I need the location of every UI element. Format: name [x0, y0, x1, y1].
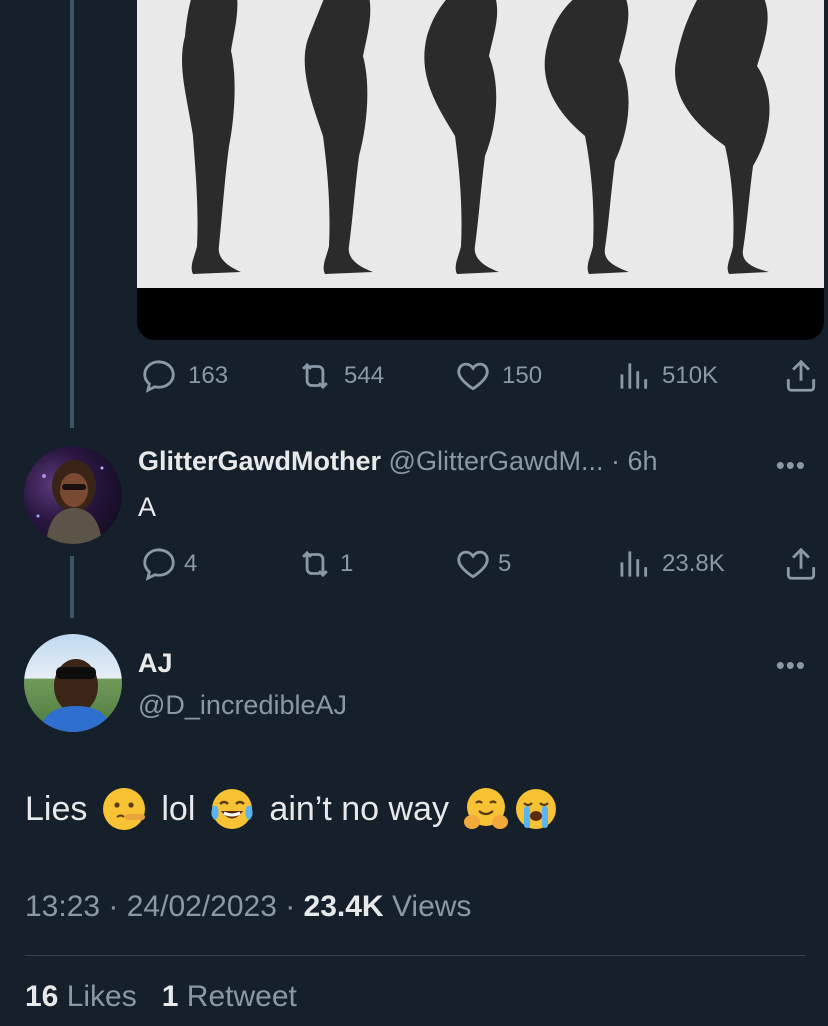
reply-header: GlitterGawdMother @GlitterGawdM... · 6h — [138, 446, 658, 477]
reply-retweet-count: 1 — [340, 550, 354, 577]
like-count: 150 — [502, 362, 543, 389]
tweet-timestamp[interactable]: 13:23 · 24/02/2023 · — [25, 890, 304, 923]
silhouette-2 — [304, 0, 373, 274]
tweet-meta: 13:23 · 24/02/2023 · 23.4K Views — [25, 890, 471, 924]
avatar-person-image — [36, 460, 104, 544]
reply-views-count: 23.8K — [662, 550, 725, 577]
tweet-text-part-1: Lies — [25, 789, 88, 828]
retweet-icon — [302, 362, 328, 390]
share-icon — [786, 359, 816, 392]
image-figure-silhouettes — [182, 0, 770, 274]
main-avatar[interactable] — [24, 634, 122, 732]
divider — [25, 955, 806, 956]
main-more-icon[interactable]: ••• — [776, 650, 806, 681]
retweets-stat[interactable]: 1 Retweet — [162, 980, 297, 1013]
reply-button[interactable]: 163 — [140, 357, 228, 395]
heart-icon — [457, 550, 489, 579]
reply-text: A — [138, 492, 157, 522]
heart-icon — [457, 362, 489, 391]
lying-face-icon — [103, 788, 146, 830]
tweet-text: Lies lol ain’t no way — [25, 786, 559, 832]
reply-display-name[interactable]: GlitterGawdMother — [138, 446, 381, 476]
comment-icon — [143, 360, 175, 393]
comment-icon — [143, 548, 175, 581]
retweet-button[interactable]: 544 — [296, 357, 384, 395]
reply-reply-count: 4 — [184, 550, 198, 577]
retweet-icon — [302, 550, 328, 578]
share-button[interactable] — [782, 357, 820, 395]
silhouette-3 — [424, 0, 499, 274]
quoted-tweet-actions: 163 544 150 510K — [0, 357, 828, 397]
engagement-stats: 16 Likes 1 Retweet — [25, 980, 297, 1014]
reply-count: 163 — [188, 362, 229, 389]
views-button[interactable]: 510K — [614, 357, 718, 395]
tweet-emoji-group — [463, 786, 559, 832]
reply-reply-button[interactable]: 4 — [140, 545, 197, 583]
tweet-text-part-2: lol — [161, 789, 196, 828]
views-bars-icon — [620, 551, 648, 577]
tweet-views-label: Views — [383, 890, 472, 923]
likes-count: 16 — [25, 980, 59, 1013]
like-button[interactable]: 150 — [454, 357, 542, 395]
reply-actions: 4 1 5 23.8K — [0, 545, 828, 585]
tweet-views-count: 23.4K — [303, 890, 384, 923]
silhouette-1 — [182, 0, 241, 274]
reply-share-button[interactable] — [782, 545, 820, 583]
reply-handle-time[interactable]: @GlitterGawdM... · 6h — [389, 446, 658, 476]
main-display-name[interactable]: AJ — [138, 648, 173, 679]
views-bars-icon — [620, 363, 648, 389]
views-count: 510K — [662, 362, 719, 389]
retweets-count: 1 — [161, 980, 179, 1013]
reply-avatar[interactable] — [24, 446, 122, 544]
silhouette-4 — [544, 0, 629, 274]
retweet-count: 544 — [344, 362, 385, 389]
tweet-media-image[interactable] — [137, 0, 824, 340]
share-icon — [786, 547, 816, 580]
tears-of-joy-icon — [211, 789, 254, 829]
reply-like-button[interactable]: 5 — [454, 545, 511, 583]
reply-views-button[interactable]: 23.8K — [614, 545, 725, 583]
hugging-face-icon — [463, 788, 508, 829]
reply-more-icon[interactable]: ••• — [776, 450, 806, 481]
reply-retweet-button[interactable]: 1 — [296, 545, 353, 583]
likes-stat[interactable]: 16 Likes — [25, 980, 137, 1013]
loudly-crying-icon — [515, 789, 556, 829]
tweet-text-part-3: ain’t no way — [269, 789, 449, 828]
reply-like-count: 5 — [498, 550, 512, 577]
likes-label: Likes — [58, 980, 137, 1013]
silhouette-5 — [675, 0, 770, 274]
retweets-label: Retweet — [178, 980, 297, 1013]
avatar-person-image — [40, 659, 112, 732]
main-handle[interactable]: @D_incredibleAJ — [138, 690, 347, 721]
